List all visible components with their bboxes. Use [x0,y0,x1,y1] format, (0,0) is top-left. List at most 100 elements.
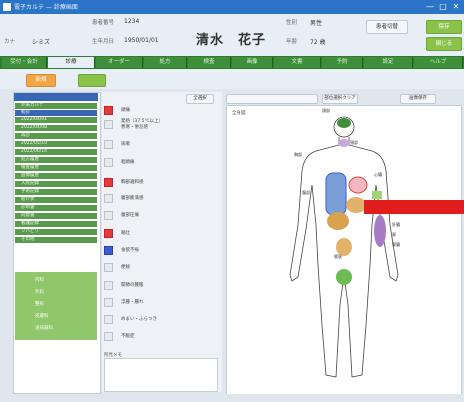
symptom-checkbox[interactable] [104,332,113,341]
field-value: 72 歳 [310,39,326,46]
patient-name: 清水 花子 [196,33,267,48]
clear-selection-button[interactable]: 部位選択クリア [322,94,358,104]
close-button[interactable]: ✕ [450,2,462,12]
symptom-label: 便秘 [121,265,130,270]
field-label: 患者番号 [92,20,115,26]
organ-label: 膀胱 [334,254,342,259]
tree-item[interactable]: 手術記録 [15,189,97,195]
symptom-label: 腹部圧痛 [121,213,139,218]
bladder-organ[interactable] [336,269,352,285]
main-nav: 受付・会計 診療 オーダー 処方 検査 画像 文書 予約 設定 ヘルプ [0,56,464,69]
organ-label: 肝臓 [392,222,400,227]
symptom-label: 嘔吐 [121,231,130,236]
tree-item[interactable]: 2022/05/10 [15,141,97,147]
lung-organ[interactable] [325,172,347,216]
symptom-checkbox[interactable] [104,158,113,167]
highlight-marker [364,200,464,214]
neck-organ[interactable] [338,139,350,147]
symptom-label: 頭痛 [121,108,130,113]
tree-item[interactable]: その他 [15,237,97,243]
symptom-label: 腹部膨満感 [121,196,144,201]
symptom-label: 食欲不振 [121,248,139,253]
symptom-label: めまい・ふらつき [121,317,157,322]
symptom-checkbox[interactable] [104,211,113,220]
symptom-panel [102,92,222,392]
save-image-button[interactable]: 画像保存 [400,94,436,104]
field-label: 性別 [286,20,298,26]
select-all-button[interactable]: 全選択 [186,94,214,104]
organ-label: 頸部 [350,140,358,145]
tab-imaging[interactable]: 画像 [232,57,273,68]
symptom-checkbox[interactable] [104,263,113,272]
tree-item[interactable]: 再診 [15,133,97,139]
window-title: 電子カルテ — 診療画面 [14,4,78,11]
department-item[interactable]: 整形 [15,300,97,309]
tree-item[interactable]: 入院記録 [15,181,97,187]
tree-item[interactable]: 同意書 [15,213,97,219]
tree-item[interactable]: 紹介状 [15,197,97,203]
symptom-label: 咳嗽 [121,142,130,147]
symptom-checkbox[interactable] [104,178,113,187]
kidney-organ[interactable] [374,215,386,247]
head-organ[interactable] [337,118,351,128]
switch-patient-button[interactable]: 患者切替 [366,20,408,34]
tree-item[interactable]: 看護記録 [15,221,97,227]
minimize-button[interactable]: — [424,2,436,12]
symptom-label: 発熱（37.5℃以上） 悪寒・倦怠感 [121,119,164,130]
body-map-selector[interactable] [226,94,318,104]
tree-item-selected[interactable]: 初診 [15,110,97,116]
green-action-button[interactable] [78,74,106,87]
heart-organ[interactable] [348,176,368,194]
symptom-checkbox[interactable] [104,140,113,149]
tab-order[interactable]: オーダー [96,57,143,68]
tree-item[interactable]: 診断書 [15,205,97,211]
field-value: 1950/01/01 [124,37,159,44]
symptom-checkbox[interactable] [104,194,113,203]
stomach-organ[interactable] [346,197,366,213]
close-window-button[interactable]: 閉じる [426,37,462,51]
save-button[interactable]: 保存 [426,20,462,34]
tree-item[interactable]: 2022/06/14 [15,149,97,155]
body-diagram[interactable] [226,105,462,395]
symptom-checkbox[interactable] [104,298,113,307]
memo-textarea[interactable] [104,358,218,392]
tab-lab[interactable]: 検査 [188,57,231,68]
tab-consultation[interactable]: 診療 [48,57,95,68]
tree-item[interactable]: リハビリ [15,229,97,235]
tab-appointment[interactable]: 予約 [322,57,363,68]
title-bar: 電子カルテ — 診療画面 — □ ✕ [0,0,464,14]
organ-label: 心臓 [374,172,382,177]
tab-settings[interactable]: 設定 [364,57,413,68]
department-item[interactable]: 泌尿器科 [15,324,97,333]
organ-label: 腹部 [302,190,310,195]
organ-label: 胃 [392,232,396,237]
organ-label: 頭部 [322,108,330,113]
tab-reception[interactable]: 受付・会計 [2,57,47,68]
new-record-button[interactable]: 新規 [26,74,56,87]
department-item[interactable]: 皮膚科 [15,312,97,321]
tab-documents[interactable]: 文書 [274,57,321,68]
field-value: 男性 [310,20,323,27]
tab-prescription[interactable]: 処方 [144,57,187,68]
symptom-checkbox[interactable] [104,106,113,115]
tree-item[interactable]: 画像履歴 [15,173,97,179]
symptom-checkbox[interactable] [104,246,113,255]
department-item[interactable]: 外科 [15,288,97,297]
spleen-organ[interactable] [372,191,382,199]
department-item[interactable]: 内科 [15,276,97,285]
symptom-checkbox[interactable] [104,120,113,129]
symptom-checkbox[interactable] [104,281,113,290]
symptom-checkbox[interactable] [104,229,113,238]
tree-item[interactable]: 2022/04/01 [15,117,97,123]
symptom-checkbox[interactable] [104,315,113,324]
organ-label: 胸部 [294,152,302,157]
tree-item[interactable]: 処方履歴 [15,157,97,163]
tree-item[interactable]: 外来カルテ [15,103,97,109]
tree-header [14,93,98,101]
liver-organ[interactable] [327,212,349,230]
field-label: 年齢 [286,39,298,45]
tab-help[interactable]: ヘルプ [414,57,463,68]
maximize-button[interactable]: □ [437,2,449,12]
tree-item[interactable]: 2022/04/08 [15,125,97,131]
tree-item[interactable]: 検査履歴 [15,165,97,171]
